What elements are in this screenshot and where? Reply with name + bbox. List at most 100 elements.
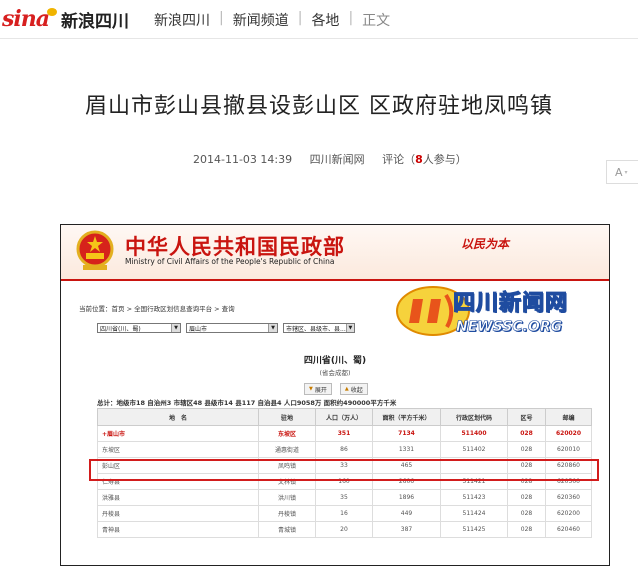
cell-name: +眉山市 [97,425,259,442]
column-header: 邮编 [545,408,592,426]
cell-name: 青神县 [97,521,259,538]
chevron-down-icon: ▼ [268,324,277,332]
cell-area: 7134 [372,425,441,442]
cell-population: 16 [315,505,373,522]
province-select: 四川省(川、蜀) ▼ [97,323,181,333]
cell-code: 511423 [440,489,508,506]
comment-link[interactable]: 评论（8人参与） [382,153,467,166]
cell-area: 1896 [372,489,441,506]
cell-population: 86 [315,441,373,458]
breadcrumb-separator: | [219,10,224,26]
table-header-row: 地 名 驻地 人口（万人） 面积（平方千米） 行政区划代码 区号 邮编 [97,408,592,426]
column-header: 地 名 [97,408,259,426]
province-stats: 总计：地级市18 自治州3 市辖区48 县级市14 县117 自治县4 人口90… [97,399,397,407]
chevron-down-icon: ▼ [345,324,354,332]
cell-area: 1331 [372,441,441,458]
font-size-button[interactable]: A ▾ [606,160,638,184]
cell-areacode: 028 [507,521,546,538]
cell-seat: 丹棱镇 [258,505,316,522]
sina-logo[interactable]: sina 新浪四川 [2,6,129,32]
sina-eye-icon [47,8,57,16]
column-header: 人口（万人） [315,408,373,426]
collapse-label: 收起 [350,386,363,394]
column-header: 区号 [507,408,546,426]
ministry-slogan: 以民为本 [461,237,510,251]
cell-seat: 青城镇 [258,521,316,538]
table-row: +眉山市 东坡区 351 7134 511400 028 620020 [97,425,592,442]
cell-zip: 620020 [545,425,592,442]
column-header: 面积（平方千米） [372,408,441,426]
chevron-down-icon: ▾ [624,168,628,176]
breadcrumb-item-sichuan[interactable]: 新浪四川 [154,10,210,30]
cell-areacode: 028 [507,505,546,522]
cell-seat: 东坡区 [258,425,316,442]
breadcrumb-item-current: 正文 [362,13,391,29]
cell-population: 20 [315,521,373,538]
breadcrumb-item-local[interactable]: 各地 [311,10,339,30]
article-meta: 2014-11-03 14:39 四川新闻网 评论（8人参与） [193,151,467,167]
query-location-crumb: 当前位置：首页 > 全国行政区划信息查询平台 > 查询 [79,305,235,313]
ministry-name-en: Ministry of Civil Affairs of the People'… [125,257,335,266]
cell-areacode: 028 [507,489,546,506]
province-title: 四川省(川、蜀) [303,356,367,366]
breadcrumb-separator: | [348,10,354,26]
cell-name: 东坡区 [97,441,259,458]
ministry-header: 中华人民共和国民政部 Ministry of Civil Affairs of … [61,225,609,281]
font-size-label: A [615,165,623,179]
cell-code: 511400 [440,425,508,442]
comment-prefix: 评论（ [382,153,416,166]
top-bar: sina 新浪四川 新浪四川 | 新闻频道 | 各地 | 正文 [0,0,638,39]
table-row: 青神县 青城镇 20 387 511425 028 620460 [97,521,592,538]
table-row: 丹棱县 丹棱镇 16 449 511424 028 620200 [97,505,592,522]
expand-collapse-row: ▼ 展开 ▲ 收起 [304,383,368,395]
cell-population: 35 [315,489,373,506]
city-select-value: 眉山市 [189,325,208,333]
province-select-value: 四川省(川、蜀) [100,325,141,333]
table-row: 东坡区 通惠街道 86 1331 511402 028 620010 [97,441,592,458]
triangle-up-icon: ▲ [344,386,349,392]
breadcrumb-item-news[interactable]: 新闻频道 [233,10,289,30]
cell-seat: 通惠街道 [258,441,316,458]
national-emblem-icon [76,230,114,270]
cell-population: 351 [315,425,373,442]
publish-date: 2014-11-03 14:39 [193,153,293,166]
article-source[interactable]: 四川新闻网 [310,153,365,166]
cell-code: 511402 [440,441,508,458]
watermark-cn: 四川新闻网 [452,291,569,317]
cell-areacode: 028 [507,441,546,458]
cell-areacode: 028 [507,425,546,442]
cell-zip: 620200 [545,505,592,522]
cell-code: 511424 [440,505,508,522]
cell-area: 387 [372,521,441,538]
cell-zip: 620360 [545,489,592,506]
cell-zip: 620460 [545,521,592,538]
comment-count: 8 [415,153,423,166]
highlight-box [89,459,599,481]
cell-name: 丹棱县 [97,505,259,522]
chevron-down-icon: ▼ [171,324,180,332]
collapse-button: ▲ 收起 [339,383,368,395]
table-row: 洪雅县 洪川镇 35 1896 511423 028 620360 [97,489,592,506]
expand-label: 展开 [314,386,327,394]
watermark-en: NEWSSC.ORG [456,319,563,336]
cell-area: 449 [372,505,441,522]
expand-button: ▼ 展开 [304,383,332,395]
region-selectors: 四川省(川、蜀) ▼ 眉山市 ▼ 市辖区、县级市、县... ▼ [97,323,360,335]
cell-code: 511425 [440,521,508,538]
comment-suffix: 人参与） [422,153,467,166]
county-select-value: 市辖区、县级市、县... [286,325,346,333]
breadcrumb-separator: | [297,10,303,26]
province-capital: (省会成都) [319,369,351,377]
cell-name: 洪雅县 [97,489,259,506]
column-header: 行政区划代码 [440,408,508,426]
article-image: 中华人民共和国民政部 Ministry of Civil Affairs of … [60,224,610,566]
column-header: 驻地 [258,408,316,426]
cell-seat: 洪川镇 [258,489,316,506]
site-channel-name: 新浪四川 [61,11,129,32]
sina-logo-mark: sina [2,6,50,32]
county-select: 市辖区、县级市、县... ▼ [283,323,355,333]
breadcrumb: 新浪四川 | 新闻频道 | 各地 | 正文 [154,10,390,30]
city-select: 眉山市 ▼ [186,323,278,333]
triangle-down-icon: ▼ [309,386,313,392]
cell-zip: 620010 [545,441,592,458]
